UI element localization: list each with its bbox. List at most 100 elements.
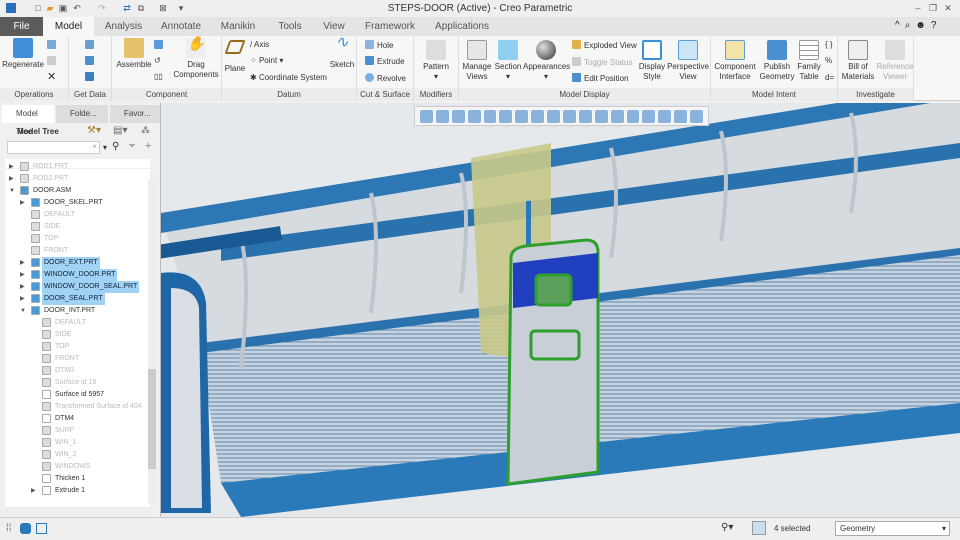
expand-toggle-icon[interactable]: ▼ — [20, 305, 28, 317]
tab-folder-browser[interactable]: Folde... — [56, 105, 108, 123]
find-icon[interactable]: ⚲ — [112, 141, 119, 152]
cut-surface-label[interactable]: Cut & Surface — [357, 88, 413, 101]
full-screen-icon[interactable] — [36, 523, 47, 534]
search-dropdown[interactable]: ▾ — [103, 143, 107, 152]
expand-toggle-icon[interactable]: ▶ — [20, 257, 28, 269]
close-button[interactable]: ✕ — [943, 3, 953, 13]
filter-icon[interactable]: ⏷ — [128, 141, 136, 152]
display-style-icon[interactable] — [499, 110, 513, 123]
repeat-icon[interactable]: ↺ — [154, 56, 161, 66]
refit-icon[interactable] — [420, 110, 433, 123]
train-car-3d-model[interactable] — [161, 103, 960, 517]
tab-applications[interactable]: Applications — [428, 17, 496, 36]
mirror-icon[interactable]: ▯▯ — [154, 72, 163, 82]
selection-filter-dropdown[interactable]: Geometry ▾ — [835, 521, 950, 536]
expand-toggle-icon[interactable]: ▶ — [31, 485, 39, 497]
view-manager-icon[interactable] — [483, 110, 497, 123]
saved-orientations-icon[interactable] — [515, 110, 529, 123]
appearances-icon[interactable] — [547, 110, 561, 123]
sketch-button[interactable]: ∿ Sketch — [328, 35, 356, 70]
expand-toggle-icon[interactable]: ▶ — [20, 281, 28, 293]
assemble-button[interactable]: Assemble — [115, 38, 153, 70]
zoom-in-icon[interactable] — [435, 110, 449, 123]
component-label[interactable]: Component — [112, 88, 221, 101]
tab-tools[interactable]: Tools — [265, 17, 315, 36]
delete-icon[interactable]: ✕ — [47, 72, 56, 83]
csys-display-icon[interactable] — [642, 110, 656, 123]
axis-display-icon[interactable] — [610, 110, 624, 123]
restore-button[interactable]: ❐ — [928, 3, 938, 13]
connection-display-icon[interactable] — [690, 110, 704, 123]
shrinkwrap-icon[interactable] — [85, 72, 97, 83]
modifiers-label[interactable]: Modifiers — [414, 88, 458, 101]
display-style-button[interactable]: Display Style — [637, 40, 667, 82]
expand-toggle-icon[interactable]: ▼ — [9, 185, 17, 197]
hole-button[interactable]: Hole — [365, 40, 393, 51]
create-icon[interactable] — [154, 40, 166, 51]
regenerate-button[interactable]: Regenerate — [2, 38, 44, 70]
point-button[interactable]: ⁘ Point ▾ — [250, 56, 283, 66]
show-icon[interactable]: ▤▾ — [113, 125, 127, 136]
help-icons[interactable]: ^⌕☻? — [895, 20, 941, 31]
parameters-icon[interactable]: % — [825, 56, 832, 66]
appearances-button[interactable]: Appearances ▾ — [523, 40, 570, 82]
get-data-label[interactable]: Get Data — [69, 88, 111, 101]
expand-toggle-icon[interactable]: ▶ — [9, 161, 17, 173]
manage-views-button[interactable]: Manage Views — [461, 40, 493, 82]
tree-horizontal-scrollbar[interactable] — [5, 507, 150, 515]
investigate-label[interactable]: Investigate — [838, 88, 913, 101]
repaint-icon[interactable] — [467, 110, 481, 123]
settings-icon[interactable]: ⚒▾ — [87, 125, 101, 136]
operations-label[interactable]: Operations — [0, 88, 68, 101]
expand-toggle-icon[interactable]: ▶ — [20, 197, 28, 209]
copy-icon[interactable] — [47, 40, 59, 51]
tab-model[interactable]: Model — [43, 17, 94, 36]
copy-geometry-icon[interactable] — [85, 56, 97, 67]
paste-icon[interactable] — [47, 56, 59, 67]
user-feature-icon[interactable] — [85, 40, 97, 51]
add-icon[interactable]: + — [145, 140, 151, 152]
drag-components-button[interactable]: ✋ Drag Components — [172, 36, 220, 80]
section-button[interactable]: Section ▾ — [493, 40, 523, 82]
annotation-display-icon[interactable] — [658, 110, 672, 123]
tab-favorites[interactable]: Favor... — [110, 105, 160, 123]
section-icon[interactable] — [563, 110, 576, 123]
plane-button[interactable]: Plane — [223, 40, 247, 74]
minimize-button[interactable]: – — [913, 3, 923, 13]
tab-framework[interactable]: Framework — [360, 17, 420, 36]
reference-viewer-button[interactable]: Reference Viewer — [876, 40, 914, 82]
view-normal-icon[interactable] — [531, 110, 545, 123]
expand-toggle-icon[interactable]: ▶ — [20, 293, 28, 305]
selected-items-icon[interactable] — [752, 521, 766, 535]
model-display-label[interactable]: Model Display — [459, 88, 710, 101]
zoom-out-icon[interactable] — [451, 110, 465, 123]
search-input[interactable]: × — [7, 141, 100, 154]
expand-toggle-icon[interactable]: ▶ — [20, 269, 28, 281]
switch-dimensions-icon[interactable]: d= — [825, 73, 834, 83]
expand-toggle-icon[interactable]: ▶ — [9, 173, 17, 185]
coordinate-system-button[interactable]: ✱ Coordinate System — [250, 73, 327, 83]
graphics-viewport[interactable] — [161, 103, 960, 517]
relations-icon[interactable]: { } — [825, 40, 833, 50]
edit-position-button[interactable]: Edit Position — [572, 73, 628, 84]
tab-annotate[interactable]: Annotate — [152, 17, 210, 36]
plane-display-icon[interactable] — [594, 110, 608, 123]
tree-scrollbar[interactable] — [148, 179, 156, 504]
tag-display-icon[interactable] — [674, 110, 688, 123]
publish-geometry-button[interactable]: Publish Geometry — [759, 40, 795, 82]
show-navigator-icon[interactable]: ⁞⁞ — [6, 523, 12, 534]
perspective-view-button[interactable]: Perspective View — [667, 40, 709, 82]
tab-manikin[interactable]: Manikin — [212, 17, 264, 36]
spin-center-icon[interactable] — [578, 110, 592, 123]
exploded-view-button[interactable]: Exploded View — [572, 40, 637, 51]
tab-model-tree[interactable]: Model Tree — [2, 105, 54, 136]
tree-filter-icon[interactable]: ⁂ — [141, 125, 150, 136]
tab-file[interactable]: File — [0, 17, 43, 36]
family-table-button[interactable]: Family Table — [795, 40, 823, 82]
toggle-status-button[interactable]: Toggle Status — [572, 57, 632, 68]
tab-analysis[interactable]: Analysis — [96, 17, 151, 36]
bill-of-materials-button[interactable]: Bill of Materials — [840, 40, 876, 82]
model-intent-label[interactable]: Model Intent — [711, 88, 837, 101]
component-interface-button[interactable]: Component Interface — [712, 40, 758, 82]
revolve-button[interactable]: Revolve — [365, 73, 406, 84]
